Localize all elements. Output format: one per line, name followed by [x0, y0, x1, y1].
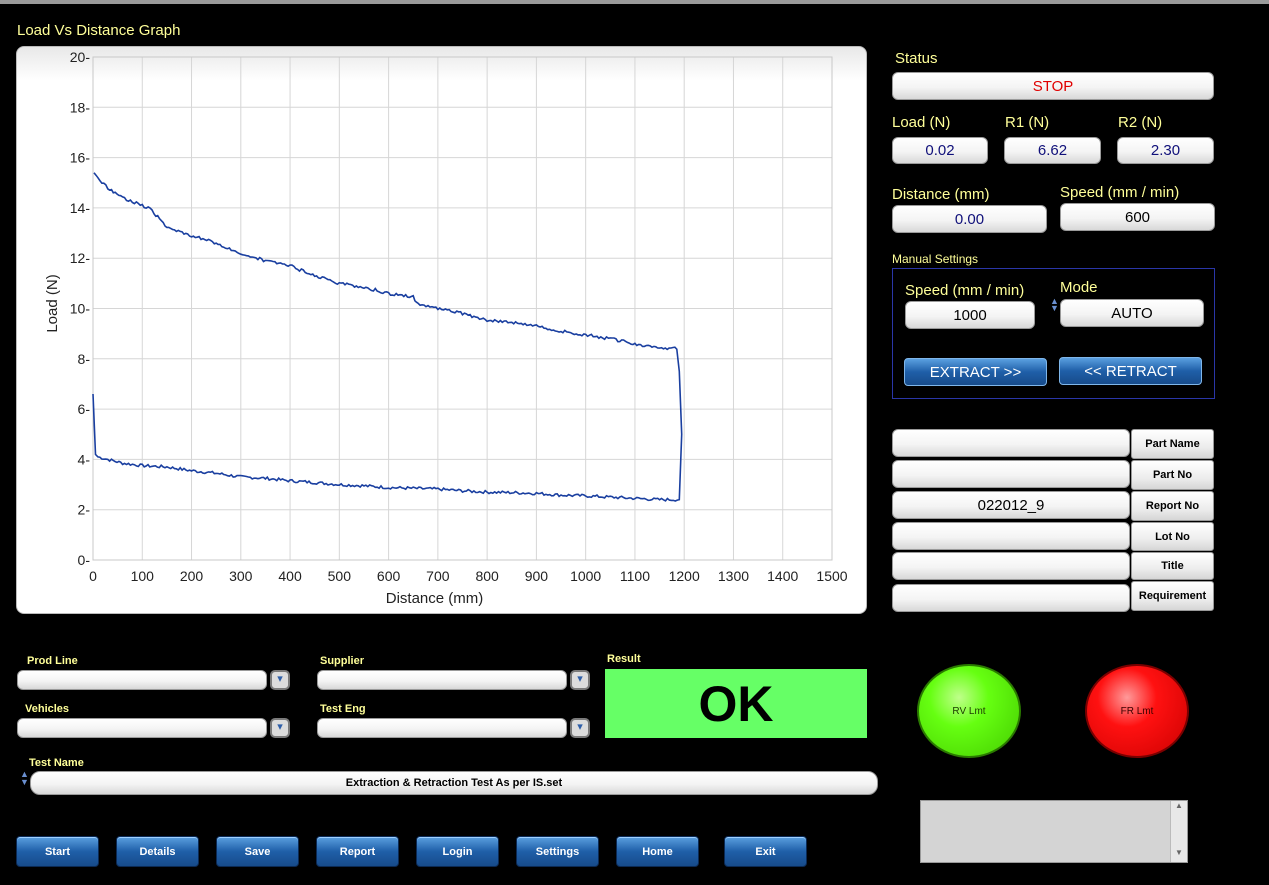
- window-top-border: [0, 0, 1269, 4]
- x-tick-label: 500: [328, 568, 352, 584]
- test-name-spin-icon[interactable]: ▲ ▼: [20, 770, 29, 792]
- fr-limit-indicator: FR Lmt: [1085, 664, 1189, 758]
- y-tick-label: 8-: [78, 351, 91, 367]
- y-tick-label: 14-: [70, 200, 91, 216]
- y-tick-label: 10-: [70, 301, 91, 317]
- y-tick-label: 16-: [70, 150, 91, 166]
- part-name-input[interactable]: [892, 429, 1130, 457]
- y-tick-label: 2-: [78, 502, 91, 518]
- speed-value: 600: [1060, 203, 1215, 231]
- message-scrollbar[interactable]: ▲ ▼: [1170, 801, 1187, 862]
- speed-label: Speed (mm / min): [1060, 184, 1180, 201]
- load-distance-chart: 0 100 200 300 400 500 600 700 800 900 1000 1100 1200…: [44, 49, 848, 607]
- scroll-down-icon[interactable]: ▼: [1171, 848, 1187, 862]
- part-no-input[interactable]: [892, 460, 1130, 488]
- result-label: Result: [607, 653, 641, 665]
- supplier-input[interactable]: [317, 670, 567, 690]
- lot-no-input[interactable]: [892, 522, 1130, 550]
- save-button[interactable]: Save: [216, 836, 299, 867]
- y-tick-label: 0-: [78, 552, 91, 568]
- x-tick-label: 700: [426, 568, 450, 584]
- r2-label: R2 (N): [1118, 114, 1163, 131]
- prod-line-input[interactable]: [17, 670, 267, 690]
- manual-settings-title: Manual Settings: [892, 252, 979, 266]
- vehicles-dropdown-icon[interactable]: ▾: [270, 718, 290, 738]
- report-no-label: Report No: [1131, 491, 1214, 521]
- scroll-up-icon[interactable]: ▲: [1171, 801, 1187, 815]
- manual-speed-label: Speed (mm / min): [905, 282, 1025, 299]
- mode-spin-icon[interactable]: ▲ ▼: [1050, 297, 1059, 320]
- x-tick-label: 800: [475, 568, 499, 584]
- supplier-label: Supplier: [320, 655, 365, 667]
- status-label: Status: [895, 50, 938, 67]
- r2-value: 2.30: [1117, 137, 1214, 164]
- test-eng-dropdown-icon[interactable]: ▾: [570, 718, 590, 738]
- x-tick-label: 900: [525, 568, 549, 584]
- x-tick-label: 1300: [718, 568, 749, 584]
- status-display: STOP: [892, 72, 1214, 100]
- prod-line-label: Prod Line: [27, 655, 78, 667]
- x-tick-label: 1200: [669, 568, 700, 584]
- series-line-0: [92, 172, 683, 502]
- distance-value: 0.00: [892, 205, 1047, 233]
- retract-button[interactable]: << RETRACT: [1059, 357, 1202, 385]
- load-value: 0.02: [892, 137, 988, 164]
- x-tick-label: 1000: [570, 568, 601, 584]
- report-button[interactable]: Report: [316, 836, 399, 867]
- x-tick-label: 400: [278, 568, 302, 584]
- part-name-label: Part Name: [1131, 429, 1214, 459]
- x-tick-label: 1400: [767, 568, 798, 584]
- test-eng-input[interactable]: [317, 718, 567, 738]
- y-tick-label: 4-: [78, 451, 91, 467]
- y-axis-label: Load (N): [44, 274, 61, 332]
- x-axis-label: Distance (mm): [386, 590, 484, 607]
- y-tick-label: 20-: [70, 49, 91, 65]
- rv-limit-indicator: RV Lmt: [917, 664, 1021, 758]
- x-tick-label: 600: [377, 568, 401, 584]
- requirement-label: Requirement: [1131, 581, 1214, 611]
- settings-button[interactable]: Settings: [516, 836, 599, 867]
- r1-value: 6.62: [1004, 137, 1101, 164]
- x-tick-label: 100: [131, 568, 155, 584]
- title-label: Title: [1131, 552, 1214, 580]
- test-name-label: Test Name: [29, 757, 84, 769]
- graph-panel: 0 100 200 300 400 500 600 700 800 900 1000 1100 1200…: [16, 46, 867, 614]
- y-tick-label: 18-: [70, 99, 91, 115]
- x-tick-label: 1100: [620, 568, 650, 584]
- vehicles-input[interactable]: [17, 718, 267, 738]
- details-button[interactable]: Details: [116, 836, 199, 867]
- manual-speed-input[interactable]: 1000: [905, 301, 1035, 329]
- message-box[interactable]: ▲ ▼: [920, 800, 1188, 863]
- r1-label: R1 (N): [1005, 114, 1050, 131]
- requirement-input[interactable]: [892, 584, 1130, 612]
- test-name-select[interactable]: Extraction & Retraction Test As per IS.s…: [30, 771, 878, 795]
- test-eng-label: Test Eng: [320, 703, 366, 715]
- vehicles-label: Vehicles: [25, 703, 70, 715]
- y-tick-label: 12-: [70, 250, 91, 266]
- supplier-dropdown-icon[interactable]: ▾: [570, 670, 590, 690]
- distance-label: Distance (mm): [892, 186, 990, 203]
- x-tick-label: 200: [180, 568, 204, 584]
- x-tick-label: 1500: [816, 568, 847, 584]
- title-input[interactable]: [892, 552, 1130, 580]
- x-tick-label: 300: [229, 568, 253, 584]
- report-no-input[interactable]: 022012_9: [892, 491, 1130, 519]
- exit-button[interactable]: Exit: [724, 836, 807, 867]
- start-button[interactable]: Start: [16, 836, 99, 867]
- result-display: OK: [605, 669, 867, 738]
- part-no-label: Part No: [1131, 460, 1214, 490]
- y-tick-label: 6-: [78, 401, 91, 417]
- mode-label: Mode: [1060, 279, 1098, 296]
- home-button[interactable]: Home: [616, 836, 699, 867]
- prod-line-dropdown-icon[interactable]: ▾: [270, 670, 290, 690]
- load-label: Load (N): [892, 114, 951, 131]
- mode-select[interactable]: AUTO: [1060, 299, 1204, 327]
- login-button[interactable]: Login: [416, 836, 499, 867]
- lot-no-label: Lot No: [1131, 522, 1214, 551]
- graph-title: Load Vs Distance Graph: [17, 22, 181, 39]
- extract-button[interactable]: EXTRACT >>: [904, 358, 1047, 386]
- x-tick-label: 0: [89, 568, 97, 584]
